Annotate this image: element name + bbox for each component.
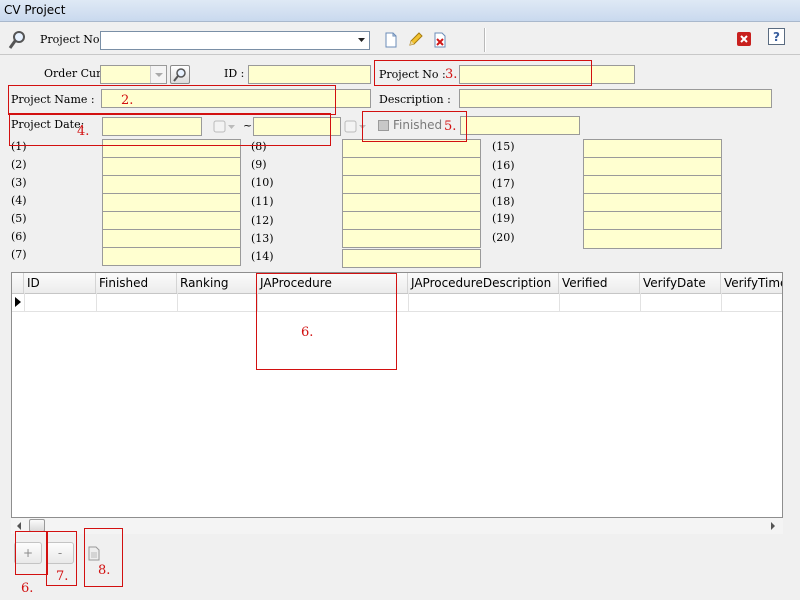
- field-15[interactable]: [583, 139, 722, 158]
- pencil-icon[interactable]: [406, 31, 424, 49]
- procedure-grid[interactable]: ID Finished Ranking JAProcedure JAProced…: [11, 272, 783, 518]
- red-close-icon[interactable]: [735, 30, 753, 48]
- field-18[interactable]: [583, 193, 722, 212]
- annotation-box-4: [9, 113, 331, 146]
- table-cell[interactable]: [96, 293, 178, 311]
- field-label-16: (16): [492, 159, 515, 172]
- annotation-label-7: 7.: [56, 569, 69, 584]
- field-16[interactable]: [583, 157, 722, 176]
- title-bar: CV Project: [0, 0, 800, 22]
- field-label-13: (13): [251, 232, 274, 245]
- toolbar-divider: [0, 54, 800, 55]
- field-label-9: (9): [251, 158, 267, 171]
- field-7[interactable]: [102, 247, 241, 266]
- field-17[interactable]: [583, 175, 722, 194]
- help-button[interactable]: ?: [768, 28, 785, 45]
- search-icon[interactable]: [8, 30, 26, 53]
- col-header-finished[interactable]: Finished: [96, 273, 177, 293]
- field-12[interactable]: [342, 211, 481, 230]
- window-title: CV Project: [4, 3, 66, 17]
- field-label-7: (7): [11, 248, 27, 261]
- table-cell[interactable]: [721, 293, 782, 311]
- grid-horizontal-scrollbar[interactable]: [11, 518, 783, 534]
- field-6[interactable]: [102, 229, 241, 248]
- annotation-label-2: 2.: [121, 93, 134, 108]
- annotation-box-6-add: [15, 531, 48, 575]
- field-19[interactable]: [583, 211, 722, 230]
- col-header-verify-date[interactable]: VerifyDate: [640, 273, 721, 293]
- annotation-label-8: 8.: [98, 563, 111, 578]
- field-label-11: (11): [251, 195, 274, 208]
- annotation-box-8: [84, 528, 123, 587]
- toolbar-project-no-label: Project No :: [40, 33, 107, 46]
- delete-icon[interactable]: [431, 31, 449, 49]
- col-header-verify-time[interactable]: VerifyTime: [721, 273, 782, 293]
- field-label-14: (14): [251, 250, 274, 263]
- grid-header: ID Finished Ranking JAProcedure JAProced…: [12, 273, 782, 294]
- field-label-5: (5): [11, 212, 27, 225]
- toolbar-separator: [484, 28, 486, 52]
- field-14[interactable]: [342, 249, 481, 268]
- scroll-right-icon[interactable]: [769, 521, 777, 534]
- grid-corner: [12, 273, 24, 293]
- field-4[interactable]: [102, 193, 241, 212]
- field-label-18: (18): [492, 195, 515, 208]
- new-document-icon[interactable]: [382, 31, 400, 49]
- description-field[interactable]: [459, 89, 772, 108]
- annotation-box-6-grid: [256, 273, 397, 370]
- field-label-17: (17): [492, 177, 515, 190]
- field-label-19: (19): [492, 212, 515, 225]
- col-header-verified[interactable]: Verified: [559, 273, 640, 293]
- annotation-label-6-add: 6.: [21, 581, 34, 596]
- table-row[interactable]: [12, 293, 782, 312]
- annotation-label-6-grid: 6.: [301, 325, 314, 340]
- field-label-15: (15): [492, 140, 515, 153]
- field-label-2: (2): [11, 158, 27, 171]
- annotation-box-2: [8, 85, 336, 115]
- annotation-box-3: [374, 60, 592, 86]
- annotation-label-5: 5.: [444, 119, 457, 134]
- field-label-20: (20): [492, 231, 515, 244]
- table-cell[interactable]: [24, 293, 97, 311]
- field-label-3: (3): [11, 176, 27, 189]
- id-label: ID :: [224, 67, 245, 80]
- field-2[interactable]: [102, 157, 241, 176]
- field-20[interactable]: [583, 229, 722, 249]
- field-label-10: (10): [251, 176, 274, 189]
- col-header-id[interactable]: ID: [24, 273, 96, 293]
- chevron-down-icon[interactable]: [150, 66, 166, 83]
- col-header-ranking[interactable]: Ranking: [177, 273, 257, 293]
- table-cell[interactable]: [177, 293, 258, 311]
- project-no-combobox[interactable]: [100, 31, 370, 50]
- field-label-12: (12): [251, 214, 274, 227]
- table-cell[interactable]: [640, 293, 722, 311]
- chevron-down-icon[interactable]: [357, 35, 366, 48]
- field-label-4: (4): [11, 194, 27, 207]
- finished-extra-field[interactable]: [460, 116, 580, 135]
- current-row-icon: [15, 297, 21, 307]
- table-cell[interactable]: [408, 293, 560, 311]
- field-11[interactable]: [342, 193, 481, 212]
- col-header-japrocedure-description[interactable]: JAProcedureDescription: [408, 273, 559, 293]
- table-cell[interactable]: [559, 293, 641, 311]
- field-10[interactable]: [342, 175, 481, 194]
- field-5[interactable]: [102, 211, 241, 230]
- annotation-label-4: 4.: [77, 124, 90, 139]
- description-label: Description :: [379, 93, 451, 106]
- field-13[interactable]: [342, 229, 481, 248]
- id-field[interactable]: [248, 65, 371, 84]
- annotation-label-3: 3.: [445, 67, 458, 82]
- order-curr-combobox[interactable]: [100, 65, 167, 84]
- field-label-6: (6): [11, 230, 27, 243]
- order-curr-search-button[interactable]: [170, 65, 190, 84]
- field-9[interactable]: [342, 157, 481, 176]
- field-3[interactable]: [102, 175, 241, 194]
